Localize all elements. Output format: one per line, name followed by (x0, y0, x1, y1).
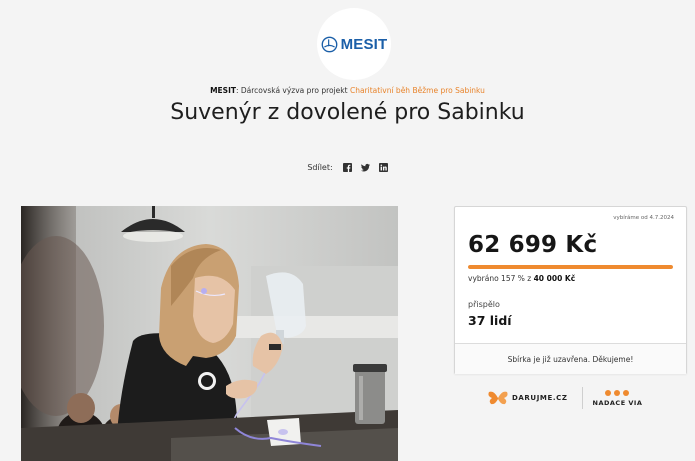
campaign-since-date: vybíráme od 4.7.2024 (613, 215, 674, 221)
project-link[interactable]: Charitativní běh Běžme pro Sabinku (350, 86, 485, 95)
share-bar: Sdílet: (0, 163, 695, 172)
contributors-label: přispělo (468, 300, 500, 309)
nadace-via-logo[interactable]: NADACE VIA (592, 389, 643, 407)
page-title: Suvenýr z dovolené pro Sabinku (170, 100, 525, 125)
campaign-summary-card: vybíráme od 4.7.2024 62 699 Kč vybráno 1… (454, 206, 687, 374)
campaign-closed-notice: Sbírka je již uzavřena. Děkujeme! (455, 343, 686, 374)
raised-amount: 62 699 Kč (468, 232, 598, 258)
progress-bar (468, 265, 673, 269)
linkedin-icon[interactable] (378, 163, 388, 172)
progress-percent-text: vybráno 157 % z (468, 274, 534, 283)
via-dots-icon (605, 389, 630, 396)
breadcrumb-text: : Dárcovská výzva pro projekt (235, 86, 350, 95)
breadcrumb: MESIT: Dárcovská výzva pro projekt Chari… (0, 86, 695, 95)
organization-logo-text: MESIT (340, 35, 388, 53)
butterfly-icon (488, 391, 508, 405)
partner-logos: DARUJME.CZ NADACE VIA (488, 385, 658, 411)
twitter-icon[interactable] (360, 163, 370, 172)
darujme-logo[interactable]: DARUJME.CZ (488, 390, 568, 406)
darujme-logo-text: DARUJME.CZ (512, 394, 568, 402)
nadace-via-logo-text: NADACE VIA (592, 398, 643, 407)
campaign-photo (21, 206, 398, 461)
goal-amount: 40 000 Kč (533, 274, 576, 283)
campaign-photo-image (21, 206, 398, 461)
progress-text: vybráno 157 % z 40 000 Kč (468, 274, 575, 283)
partner-divider (581, 387, 583, 409)
organization-logo[interactable]: MESIT (317, 8, 391, 80)
share-label: Sdílet: (307, 163, 333, 172)
organization-name[interactable]: MESIT (210, 86, 236, 95)
campaign-closed-text: Sbírka je již uzavřena. Děkujeme! (507, 354, 634, 364)
facebook-icon[interactable] (342, 163, 352, 172)
mesit-logo-icon (321, 36, 337, 52)
contributors-count: 37 lidí (468, 313, 512, 328)
progress-bar-fill (468, 265, 673, 269)
